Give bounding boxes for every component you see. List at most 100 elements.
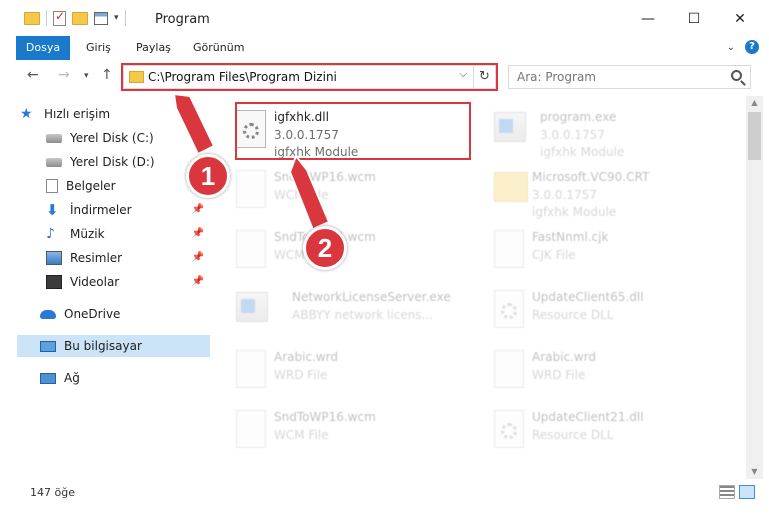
close-button[interactable]: ✕ xyxy=(717,6,763,32)
expand-ribbon-icon[interactable]: ⌄ xyxy=(727,42,735,53)
recent-locations-chevron-icon[interactable]: ▾ xyxy=(84,71,89,81)
pin-icon[interactable]: 📌 xyxy=(192,276,204,287)
onedrive-icon xyxy=(40,309,56,319)
disk-icon xyxy=(46,157,62,167)
divider xyxy=(46,10,47,26)
file-type: WRD File xyxy=(274,368,328,382)
file-name: UpdateClient65.dll xyxy=(532,290,644,304)
scroll-up-icon[interactable]: ▲ xyxy=(746,96,763,110)
address-highlight-box xyxy=(121,63,498,91)
folder-icon xyxy=(494,172,528,202)
properties-check-icon[interactable] xyxy=(53,9,66,26)
nav-item-label: Yerel Disk (C:) xyxy=(70,131,154,145)
file-type: Resource DLL xyxy=(532,428,614,442)
pin-icon[interactable]: 📌 xyxy=(192,252,204,263)
help-icon[interactable]: ? xyxy=(745,40,759,54)
nav-item-network[interactable]: Ağ xyxy=(40,367,230,389)
file-icon xyxy=(494,230,524,268)
nav-item-label: Hızlı erişim xyxy=(44,107,111,121)
tab-file[interactable]: Dosya xyxy=(16,36,70,60)
exe-file-icon xyxy=(494,112,526,142)
forward-arrow-icon[interactable]: → xyxy=(58,67,70,83)
downloads-icon: ⬇ xyxy=(46,201,59,219)
file-type: CJK File xyxy=(532,248,576,262)
tab-home[interactable]: Giriş xyxy=(86,36,111,60)
up-arrow-icon[interactable]: ↑ xyxy=(101,67,113,83)
nav-item-label: Resimler xyxy=(70,251,123,265)
pictures-icon xyxy=(46,251,62,265)
tab-view[interactable]: Görünüm xyxy=(193,36,244,60)
file-icon xyxy=(236,350,266,388)
search-input[interactable]: Ara: Program xyxy=(508,65,751,89)
nav-item-label: Müzik xyxy=(70,227,105,241)
details-view-icon[interactable] xyxy=(719,485,735,499)
divider xyxy=(124,10,126,26)
nav-item-pictures[interactable]: Resimler 📌 xyxy=(46,247,210,269)
nav-item-quick-access[interactable]: ★ Hızlı erişim xyxy=(20,103,210,125)
file-type: ABBYY network licens... xyxy=(292,308,433,322)
file-item[interactable]: UpdateClient21.dll Resource DLL xyxy=(472,402,712,458)
navigation-pane: ★ Hızlı erişim Yerel Disk (C:) Yerel Dis… xyxy=(0,96,210,479)
callout-badge: 2 xyxy=(303,226,347,270)
nav-item-label: Belgeler xyxy=(66,179,116,193)
music-icon: ♪ xyxy=(46,226,55,242)
videos-icon xyxy=(46,275,62,289)
file-item[interactable]: FastNnml.cjk CJK File xyxy=(472,222,712,278)
file-item[interactable]: program.exe 3.0.0.1757 igfxhk Module xyxy=(472,102,712,159)
minimize-button[interactable]: — xyxy=(625,6,671,32)
dll-file-icon xyxy=(494,290,524,328)
file-name: SndToWP16.wcm xyxy=(274,170,376,184)
nav-item-label: İndirmeler xyxy=(70,203,132,217)
file-item[interactable]: Arabic.wrd WRD File xyxy=(214,342,454,398)
nav-item-videos[interactable]: Videolar 📌 xyxy=(46,271,210,293)
file-item[interactable]: Microsoft.VC90.CRT 3.0.0.1757 igfxhk Mod… xyxy=(472,162,712,219)
large-icons-view-icon[interactable] xyxy=(739,485,755,499)
file-description: igfxhk Module xyxy=(532,205,617,219)
file-item[interactable]: UpdateClient65.dll Resource DLL xyxy=(472,282,712,338)
file-icon xyxy=(236,170,266,208)
file-version: 3.0.0.1757 xyxy=(532,188,597,202)
ribbon-controls: ⌄ ? xyxy=(727,40,759,54)
chevron-down-icon[interactable]: ▾ xyxy=(114,13,119,23)
file-item[interactable]: NetworkLicenseServer.exe ABBYY network l… xyxy=(214,282,454,338)
vertical-scrollbar[interactable]: ▲ ▼ xyxy=(746,96,763,479)
disk-icon xyxy=(46,133,62,143)
exe-file-icon xyxy=(236,292,268,322)
file-version: 3.0.0.1757 xyxy=(540,128,605,142)
nav-item-label: Yerel Disk (D:) xyxy=(70,155,155,169)
gear-icon xyxy=(501,423,517,439)
callout-badge: 1 xyxy=(186,154,230,198)
back-arrow-icon[interactable]: ← xyxy=(27,67,39,83)
nav-item-onedrive[interactable]: OneDrive xyxy=(40,303,230,325)
search-icon[interactable] xyxy=(731,70,742,81)
scrollbar-thumb[interactable] xyxy=(748,112,761,160)
file-item[interactable]: SndToWP16.wcm WCM File xyxy=(214,402,454,458)
star-icon: ★ xyxy=(20,106,33,122)
pin-icon[interactable]: 📌 xyxy=(192,204,204,215)
tab-share[interactable]: Paylaş xyxy=(136,36,171,60)
dll-file-icon xyxy=(494,410,524,448)
file-icon xyxy=(236,410,266,448)
file-name: FastNnml.cjk xyxy=(532,230,609,244)
nav-item-music[interactable]: ♪ Müzik 📌 xyxy=(46,223,210,245)
pin-icon[interactable]: 📌 xyxy=(192,228,204,239)
search-placeholder: Ara: Program xyxy=(517,70,596,84)
maximize-button[interactable]: ☐ xyxy=(671,6,717,32)
view-toggle xyxy=(719,485,755,499)
nav-item-downloads[interactable]: ⬇ İndirmeler 📌 xyxy=(46,199,210,221)
ribbon-tabs: Dosya Giriş Paylaş Görünüm ⌄ ? xyxy=(0,36,769,60)
nav-item-label: Bu bilgisayar xyxy=(64,339,142,353)
file-item[interactable]: SndToWP16.wcm WCM File xyxy=(214,162,454,218)
file-type: Resource DLL xyxy=(532,308,614,322)
file-item[interactable]: Arabic.wrd WRD File xyxy=(472,342,712,398)
nav-item-this-pc[interactable]: Bu bilgisayar xyxy=(17,335,210,357)
nav-item-disk-c[interactable]: Yerel Disk (C:) xyxy=(46,127,236,149)
properties-icon[interactable] xyxy=(94,11,108,25)
window-title: Program xyxy=(155,12,210,27)
scroll-down-icon[interactable]: ▼ xyxy=(746,465,763,479)
file-description: igfxhk Module xyxy=(540,145,625,159)
folder-icon[interactable] xyxy=(24,11,40,25)
file-name: Arabic.wrd xyxy=(532,350,597,364)
file-type: WCM File xyxy=(274,428,329,442)
new-folder-icon[interactable] xyxy=(72,11,88,25)
